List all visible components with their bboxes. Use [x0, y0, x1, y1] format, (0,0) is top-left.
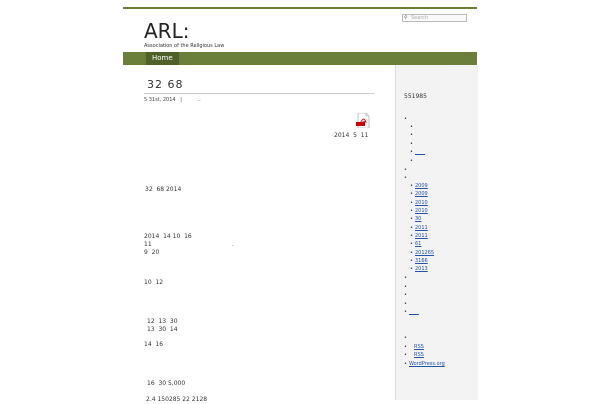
- list-bullet: •: [404, 301, 407, 307]
- meta-separator: |: [180, 97, 182, 103]
- archive-link[interactable]: 2009: [415, 183, 428, 189]
- post-meta: 5 31st, 2014 | ..: [144, 97, 201, 103]
- archive-link[interactable]: 201265: [415, 250, 442, 256]
- paragraph-3: 10 12: [144, 279, 164, 286]
- list-bullet: •: [404, 167, 407, 173]
- paragraph-4: 12 13 30 13 30 14: [147, 318, 178, 333]
- list-bullet: •: [410, 158, 413, 164]
- list-bullet: •: [410, 225, 413, 231]
- list-bullet: •: [404, 352, 407, 358]
- paragraph-5: 14 16: [144, 341, 164, 348]
- list-bullet: •: [410, 233, 413, 239]
- page-frame: ARL: Association of the Religious Law ⚲ …: [123, 0, 478, 403]
- list-bullet: •: [410, 149, 413, 155]
- search-icon: ⚲: [404, 15, 408, 21]
- archive-link[interactable]: 2011: [415, 233, 428, 239]
- list-bullet: •: [410, 258, 413, 264]
- list-bullet: •: [404, 309, 407, 315]
- visitor-counter: 551985: [404, 93, 427, 100]
- list-bullet: •: [404, 335, 407, 341]
- list-bullet: •: [404, 275, 407, 281]
- list-bullet: •: [410, 208, 413, 214]
- pdf-caption[interactable]: 2014 5 11: [334, 132, 368, 140]
- list-bullet: •: [404, 175, 407, 181]
- sidebar-short-link[interactable]: ____: [415, 149, 425, 155]
- paragraph-dot: .: [232, 241, 234, 248]
- site-tagline: Association of the Religious Law: [144, 43, 225, 49]
- search-input[interactable]: ⚲ Search: [402, 14, 467, 22]
- rss-comments-link[interactable]: RSS: [414, 352, 424, 358]
- main-nav: Home: [123, 52, 477, 65]
- post-title[interactable]: 32 68: [147, 78, 184, 91]
- paragraph-1: 32 68 2014: [145, 186, 182, 193]
- archive-link[interactable]: 2011: [415, 225, 428, 231]
- list-bullet: •: [404, 361, 407, 367]
- archive-link[interactable]: 2013: [415, 266, 476, 272]
- list-bullet: •: [404, 344, 407, 350]
- paragraph-2: 2014 14 10 16 11 9 20: [144, 233, 192, 256]
- archive-link[interactable]: 61: [415, 241, 425, 247]
- list-bullet: •: [410, 191, 413, 197]
- list-bullet: •: [404, 292, 407, 298]
- paragraph-6: 16 30 5,000: [147, 380, 186, 387]
- list-bullet: •: [410, 216, 413, 222]
- site-title[interactable]: ARL:: [144, 20, 224, 42]
- list-bullet: •: [404, 284, 407, 290]
- list-bullet: •: [410, 124, 413, 130]
- list-bullet: •: [410, 132, 413, 138]
- post-date[interactable]: 5 31st, 2014: [144, 97, 176, 103]
- archive-link[interactable]: 3166: [415, 258, 435, 264]
- pdf-icon[interactable]: [356, 113, 370, 128]
- paragraph-7: 2.4 150285 22 2128: [146, 396, 208, 403]
- list-bullet: •: [410, 250, 413, 256]
- meta-extra: ..: [197, 97, 201, 103]
- sidebar: 551985 • • • • • ____ • • • • 2009 • 200…: [395, 65, 478, 400]
- sidebar-bottom-link[interactable]: ____: [409, 309, 419, 315]
- title-divider: [144, 93, 374, 94]
- wordpress-link[interactable]: WordPress.org: [409, 361, 445, 367]
- list-bullet: •: [410, 241, 413, 247]
- archive-link[interactable]: 30: [415, 216, 421, 222]
- list-bullet: •: [404, 116, 407, 122]
- archive-link[interactable]: 2010: [415, 200, 428, 206]
- search-placeholder: Search: [411, 15, 429, 21]
- archive-link[interactable]: 2009: [415, 191, 428, 197]
- top-border: [123, 7, 477, 9]
- nav-home-link[interactable]: Home: [146, 52, 179, 65]
- list-bullet: •: [410, 183, 413, 189]
- list-bullet: •: [410, 266, 413, 272]
- list-bullet: •: [410, 141, 413, 147]
- site-branding: ARL: Association of the Religious Law: [144, 20, 224, 49]
- rss-entries-link[interactable]: RSS: [414, 344, 424, 350]
- archive-link[interactable]: 2010: [415, 208, 428, 214]
- list-bullet: •: [410, 200, 413, 206]
